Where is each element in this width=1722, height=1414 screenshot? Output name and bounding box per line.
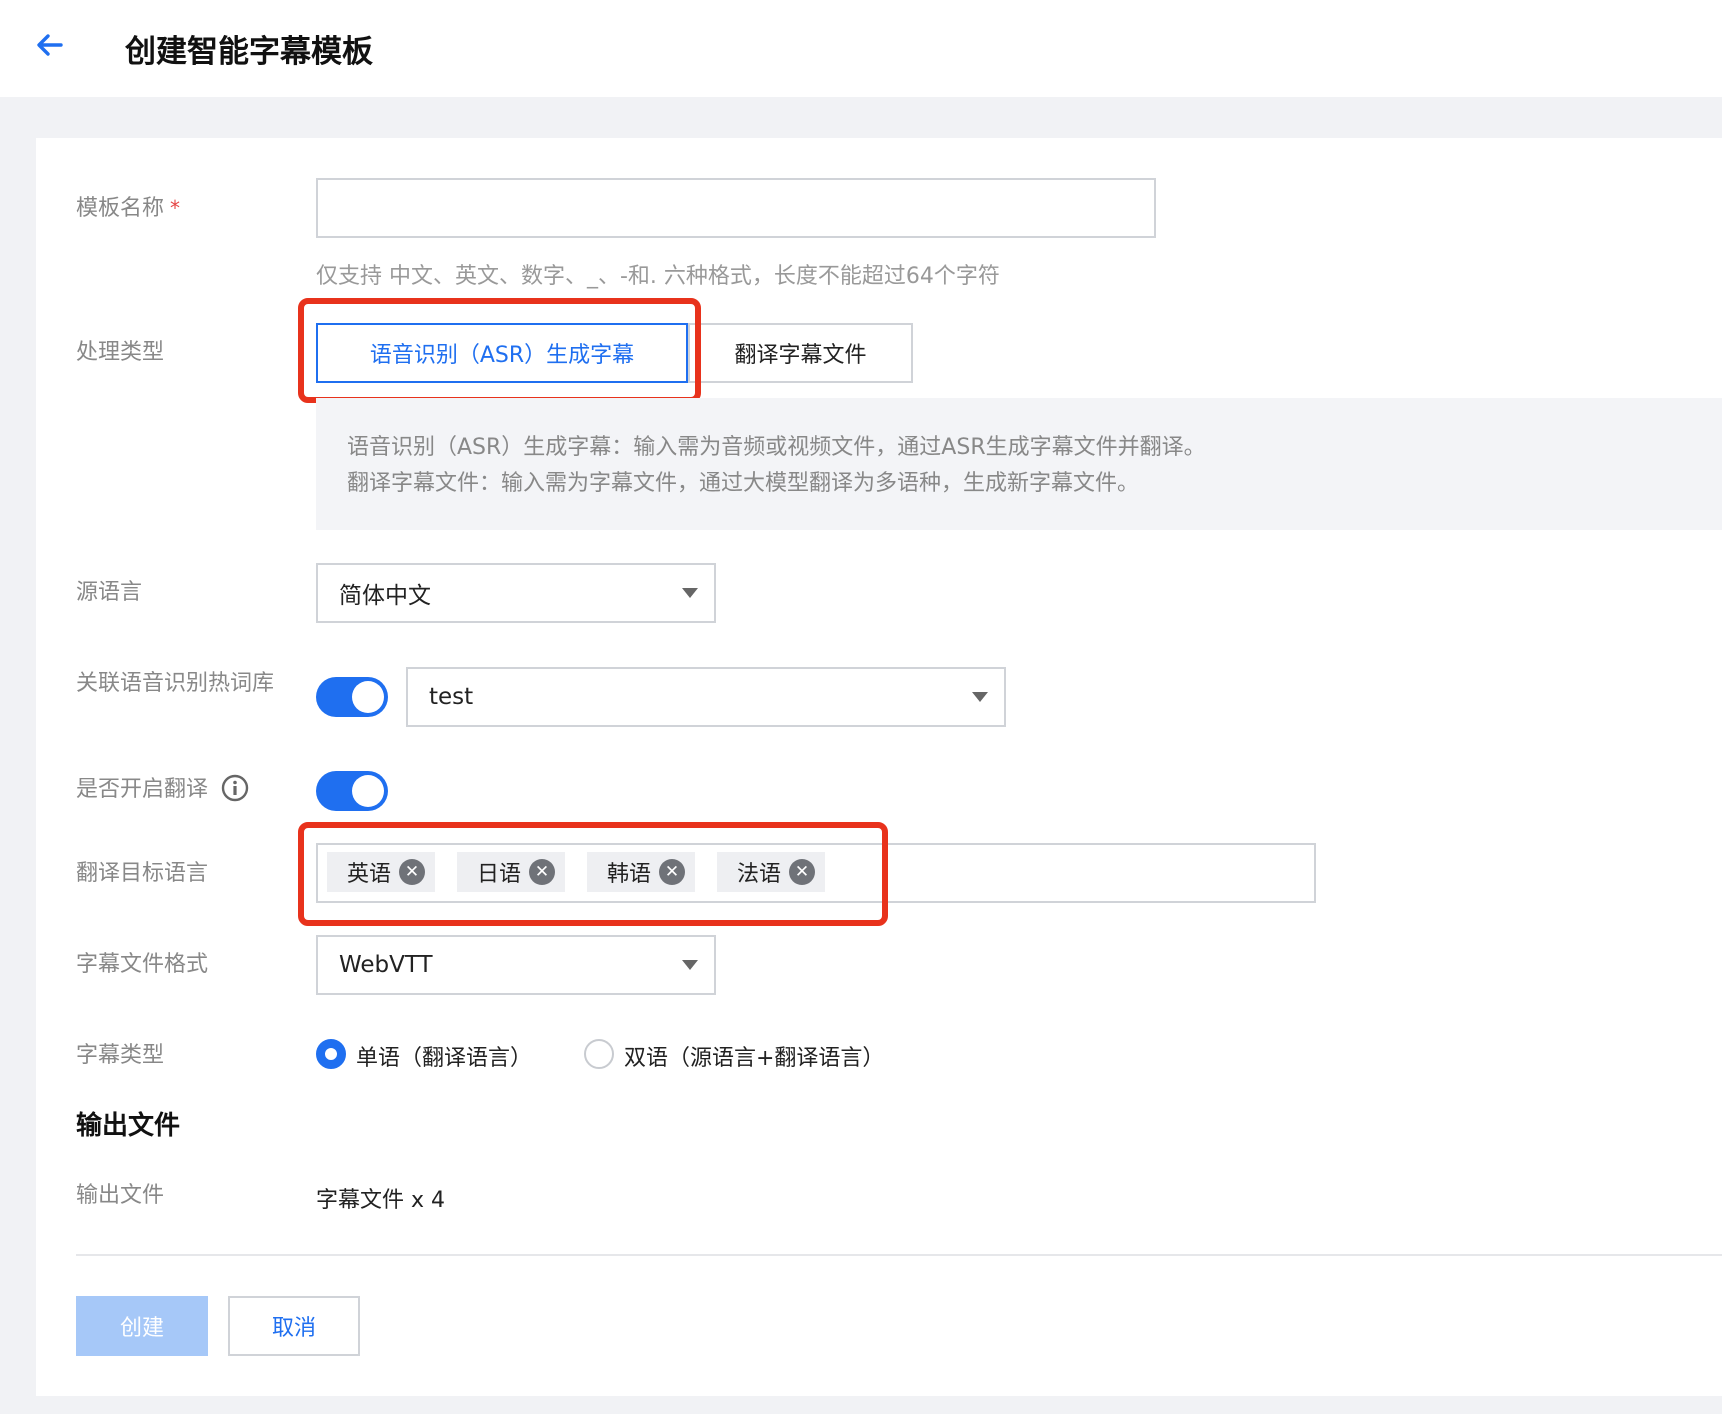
create-button[interactable]: 创建 (76, 1296, 208, 1356)
hotword-select[interactable]: test (406, 667, 1006, 727)
radio-monolingual[interactable] (316, 1039, 346, 1069)
output-value: 字幕文件 x 4 (316, 1188, 446, 1213)
divider (76, 1254, 1722, 1256)
highlight-box-target-languages (298, 822, 888, 926)
chevron-down-icon (972, 692, 988, 702)
hotword-value: test (429, 684, 474, 710)
source-language-select[interactable]: 简体中文 (316, 563, 716, 623)
source-language-label: 源语言 (76, 580, 143, 605)
radio-bilingual-label[interactable]: 双语（源语言+翻译语言） (624, 1040, 884, 1072)
back-arrow-icon[interactable] (34, 29, 66, 61)
subtitle-type-label: 字幕类型 (76, 1043, 165, 1068)
process-type-translate-option[interactable]: 翻译字幕文件 (688, 323, 913, 383)
file-format-value: WebVTT (339, 952, 433, 978)
chevron-down-icon (682, 588, 698, 598)
template-name-hint: 仅支持 中文、英文、数字、_、-和. 六种格式，长度不能超过64个字符 (316, 264, 1000, 289)
translate-label-text: 是否开启翻译 (76, 777, 209, 802)
radio-monolingual-label[interactable]: 单语（翻译语言） (356, 1040, 532, 1072)
source-language-value: 简体中文 (339, 583, 431, 609)
output-label: 输出文件 (76, 1183, 165, 1208)
toggle-knob (352, 681, 384, 713)
toggle-knob (352, 775, 384, 807)
page-title: 创建智能字幕模板 (125, 34, 373, 70)
template-name-label-text: 模板名称 (76, 196, 165, 221)
info-icon[interactable] (221, 774, 249, 802)
radio-bilingual[interactable] (584, 1039, 614, 1069)
process-type-description: 语音识别（ASR）生成字幕：输入需为音频或视频文件，通过ASR生成字幕文件并翻译… (316, 398, 1722, 530)
highlight-box-process-type (298, 298, 701, 403)
target-languages-label: 翻译目标语言 (76, 861, 209, 886)
process-type-label: 处理类型 (76, 340, 165, 365)
file-format-label: 字幕文件格式 (76, 952, 209, 977)
file-format-select[interactable]: WebVTT (316, 935, 716, 995)
chevron-down-icon (682, 960, 698, 970)
hotword-toggle[interactable] (316, 677, 388, 717)
template-name-input[interactable] (316, 178, 1156, 238)
page-header: 创建智能字幕模板 (0, 0, 1722, 97)
translate-label: 是否开启翻译 (76, 772, 249, 808)
hotword-label: 关联语音识别热词库 (76, 671, 275, 696)
translate-toggle[interactable] (316, 771, 388, 811)
required-mark: * (170, 196, 181, 220)
template-name-label: 模板名称 * (76, 190, 180, 227)
cancel-button[interactable]: 取消 (228, 1296, 360, 1356)
description-line-translate: 翻译字幕文件：输入需为字幕文件，通过大模型翻译为多语种，生成新字幕文件。 (347, 471, 1140, 496)
output-section-title: 输出文件 (76, 1111, 181, 1141)
description-line-asr: 语音识别（ASR）生成字幕：输入需为音频或视频文件，通过ASR生成字幕文件并翻译… (347, 435, 1206, 460)
